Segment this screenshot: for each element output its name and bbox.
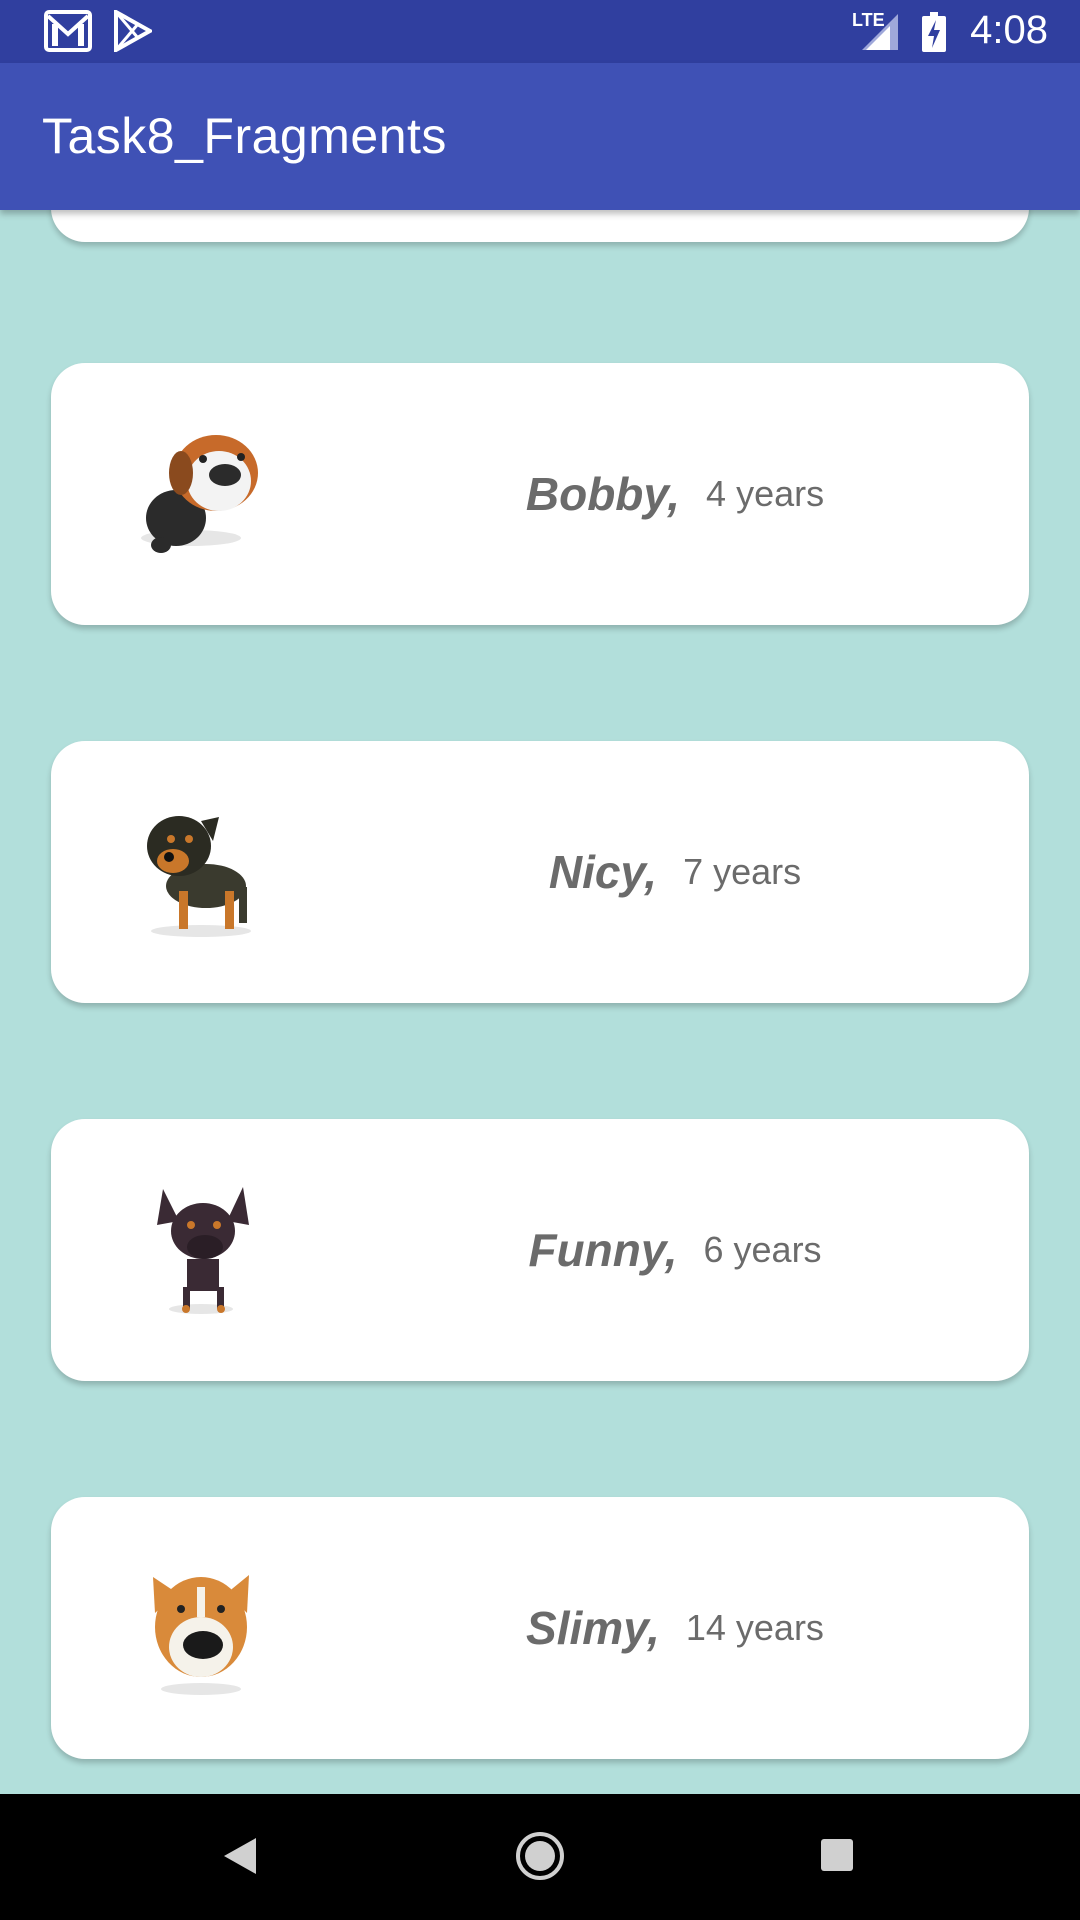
dog-name: Nicy, <box>548 846 658 898</box>
lte-signal-icon <box>862 14 898 50</box>
play-store-icon <box>114 10 152 52</box>
dog-info: Slimy, 14 years <box>281 1497 1029 1759</box>
navigation-bar <box>0 1794 1080 1920</box>
dog-age: 14 years <box>685 1607 824 1648</box>
list-item-partial[interactable] <box>51 210 1029 242</box>
dog-list[interactable]: Bobby, 4 years Nicy, 7 years Funny, 6 ye… <box>0 210 1080 1794</box>
app-bar: Task8_Fragments <box>0 63 1080 210</box>
list-item[interactable]: Bobby, 4 years <box>51 363 1029 625</box>
back-icon[interactable] <box>222 1836 258 1876</box>
dog-info: Funny, 6 years <box>281 1119 1029 1381</box>
dog-info: Nicy, 7 years <box>281 741 1029 1003</box>
dog-corgi-icon <box>153 1575 249 1695</box>
gmail-icon <box>44 10 92 52</box>
list-item[interactable]: Funny, 6 years <box>51 1119 1029 1381</box>
battery-charging-icon <box>922 12 946 52</box>
dog-name: Bobby, <box>525 468 681 520</box>
list-item[interactable]: Slimy, 14 years <box>51 1497 1029 1759</box>
app-title: Task8_Fragments <box>42 108 447 164</box>
dog-info: Bobby, 4 years <box>281 363 1029 625</box>
dog-name: Funny, <box>528 1224 678 1276</box>
home-icon[interactable] <box>514 1830 566 1882</box>
dog-beagle-icon <box>141 435 258 553</box>
list-item[interactable]: Nicy, 7 years <box>51 741 1029 1003</box>
recents-icon[interactable] <box>820 1838 854 1872</box>
status-bar: LTE 4:08 <box>0 0 1080 63</box>
dog-age: 6 years <box>703 1229 822 1270</box>
dog-pinscher-icon <box>157 1187 249 1314</box>
dog-name: Slimy, <box>526 1602 660 1654</box>
dog-dachshund-icon <box>147 816 251 937</box>
dog-age: 4 years <box>706 473 825 514</box>
clock: 4:08 <box>970 8 1048 52</box>
dog-age: 7 years <box>683 851 802 892</box>
